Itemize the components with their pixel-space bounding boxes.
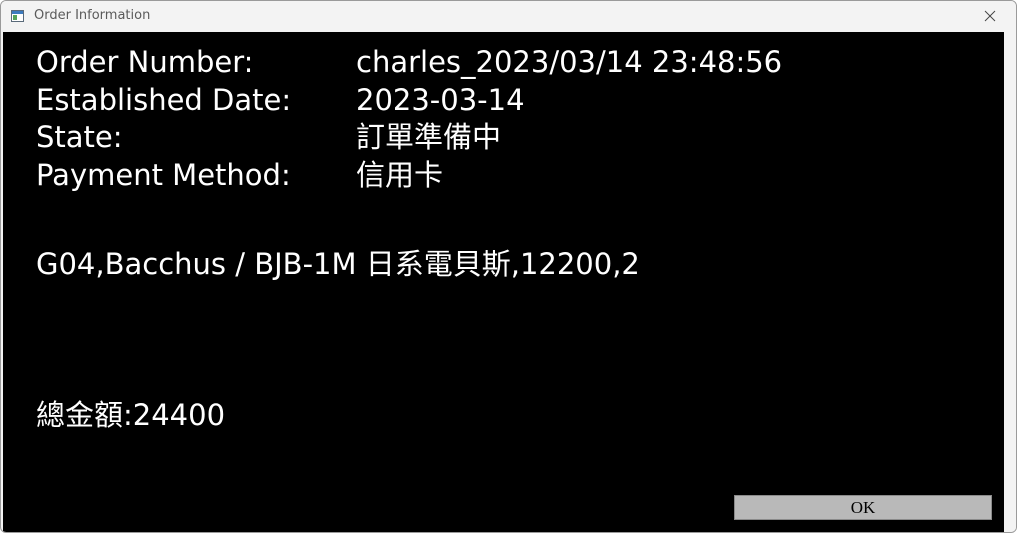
order-information-window: Order Information Order Number: charles_… [0,0,1017,533]
order-details-panel: Order Number: charles_2023/03/14 23:48:5… [3,32,1004,532]
app-window-icon [11,10,24,22]
established-date-value: 2023-03-14 [356,83,525,117]
close-button[interactable] [967,1,1013,32]
title-bar[interactable]: Order Information [1,1,1016,32]
payment-method-label: Payment Method: [36,158,291,192]
ok-button[interactable]: OK [734,495,992,520]
window-title: Order Information [34,8,151,23]
state-value: 訂單準備中 [356,120,502,154]
order-total: 總金額:24400 [36,398,226,432]
order-item-line: G04,Bacchus / BJB-1M 日系電貝斯,12200,2 [36,247,640,281]
window-right-border [1004,32,1016,532]
payment-method-value: 信用卡 [356,158,444,192]
close-icon [984,10,996,22]
order-number-label: Order Number: [36,45,254,79]
order-number-value: charles_2023/03/14 23:48:56 [356,45,783,79]
established-date-label: Established Date: [36,83,292,117]
state-label: State: [36,120,123,154]
